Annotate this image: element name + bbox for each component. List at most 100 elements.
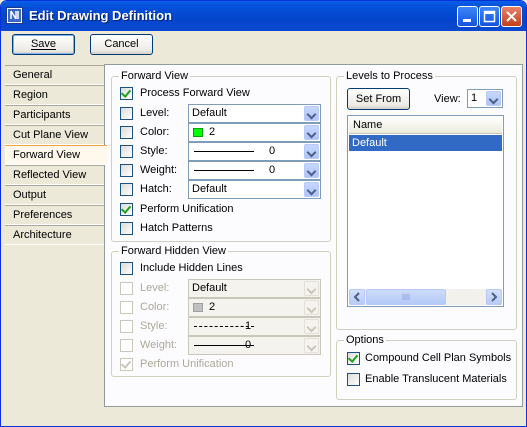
style-dropdown[interactable]: 0 <box>188 142 321 161</box>
chevron-down-icon[interactable] <box>304 125 319 140</box>
process-forward-label: Process Forward View <box>140 87 250 99</box>
set-from-label: Set From <box>355 93 402 105</box>
scroll-thumb[interactable] <box>366 289 446 305</box>
weight-checkbox[interactable] <box>120 164 133 177</box>
group-label: Levels to Process <box>344 70 435 82</box>
hatch-patterns-checkbox[interactable] <box>120 222 133 235</box>
color-swatch <box>193 128 203 137</box>
chevron-down-icon[interactable] <box>304 281 319 296</box>
hidden-weight-label: Weight: <box>140 339 178 351</box>
tab-label: Reflected View <box>13 169 87 181</box>
line-weight-sample <box>194 170 254 171</box>
chevron-down-icon[interactable] <box>304 300 319 315</box>
chevron-down-icon[interactable] <box>304 106 319 121</box>
tab-architecture[interactable]: Architecture <box>5 225 105 245</box>
close-button[interactable] <box>501 6 522 27</box>
tab-general[interactable]: General <box>5 65 105 85</box>
hidden-level-checkbox[interactable] <box>120 282 133 295</box>
color-checkbox[interactable] <box>120 126 133 139</box>
levels-list[interactable]: Name Default <box>347 115 504 307</box>
level-label: Level: <box>140 107 170 119</box>
window-title: Edit Drawing Definition <box>29 8 172 23</box>
minimize-button[interactable] <box>457 6 478 27</box>
chevron-down-icon[interactable] <box>486 91 501 106</box>
hidden-unification-label: Perform Unification <box>140 358 234 370</box>
hatch-checkbox[interactable] <box>120 183 133 196</box>
tab-label: Forward View <box>13 149 81 161</box>
chevron-down-icon[interactable] <box>304 338 319 353</box>
horizontal-scrollbar[interactable] <box>349 289 502 305</box>
tab-label: Region <box>13 89 48 101</box>
maximize-button[interactable] <box>479 6 500 27</box>
column-header[interactable]: Name <box>349 117 502 134</box>
chevron-down-icon[interactable] <box>304 182 319 197</box>
grip-icon <box>402 294 410 300</box>
hidden-level-label: Level: <box>140 282 170 294</box>
minimize-icon <box>463 19 471 22</box>
style-label: Style: <box>140 145 168 157</box>
level-checkbox[interactable] <box>120 107 133 120</box>
chevron-down-icon[interactable] <box>304 163 319 178</box>
column-header-label: Name <box>353 119 383 131</box>
style-value: 0 <box>269 145 276 157</box>
title-bar[interactable]: Edit Drawing Definition <box>1 1 526 31</box>
hatch-label: Hatch: <box>140 183 172 195</box>
group-label: Options <box>344 334 386 346</box>
hidden-weight-checkbox[interactable] <box>120 339 133 352</box>
level-dropdown[interactable]: Default <box>188 104 321 123</box>
hatch-value: Default <box>192 183 227 195</box>
hatch-patterns-label: Hatch Patterns <box>140 222 213 234</box>
chevron-down-icon[interactable] <box>304 319 319 334</box>
save-button[interactable]: Save <box>12 34 75 55</box>
tab-preferences[interactable]: Preferences <box>5 205 105 225</box>
translucent-materials-checkbox[interactable] <box>347 373 360 386</box>
tab-region[interactable]: Region <box>5 85 105 105</box>
color-dropdown[interactable]: 2 <box>188 123 321 142</box>
tab-label: Architecture <box>13 229 72 241</box>
scroll-left-button[interactable] <box>349 289 365 305</box>
chevron-down-icon[interactable] <box>304 144 319 159</box>
tab-cut-plane-view[interactable]: Cut Plane View <box>5 125 105 145</box>
tab-reflected-view[interactable]: Reflected View <box>5 165 105 185</box>
hidden-style-checkbox[interactable] <box>120 320 133 333</box>
forward-view-group: Forward View Process Forward View Level:… <box>111 70 331 242</box>
hidden-style-dropdown[interactable]: 1 <box>188 317 321 336</box>
cancel-button[interactable]: Cancel <box>90 34 153 55</box>
hidden-color-dropdown[interactable]: 2 <box>188 298 321 317</box>
color-label: Color: <box>140 126 170 138</box>
level-value: Default <box>192 107 227 119</box>
hidden-color-swatch <box>193 303 203 312</box>
tab-participants[interactable]: Participants <box>5 105 105 125</box>
forward-hidden-view-group: Forward Hidden View Include Hidden Lines… <box>111 245 331 377</box>
tab-panel: Forward View Process Forward View Level:… <box>104 64 523 407</box>
style-checkbox[interactable] <box>120 145 133 158</box>
save-label: Save <box>30 38 57 50</box>
hidden-color-checkbox[interactable] <box>120 301 133 314</box>
group-label: Forward View <box>119 70 191 82</box>
tab-output[interactable]: Output <box>5 185 105 205</box>
include-hidden-lines-checkbox[interactable] <box>120 262 133 275</box>
app-icon <box>6 7 23 24</box>
set-from-button[interactable]: Set From <box>347 88 410 110</box>
compound-cell-checkbox[interactable] <box>347 352 360 365</box>
weight-dropdown[interactable]: 0 <box>188 161 321 180</box>
include-hidden-lines-label: Include Hidden Lines <box>140 262 243 274</box>
hidden-style-label: Style: <box>140 320 168 332</box>
hidden-level-dropdown[interactable]: Default <box>188 279 321 298</box>
maximize-icon <box>483 10 496 23</box>
tab-label: Output <box>13 189 47 201</box>
view-dropdown[interactable]: 1 <box>467 89 503 108</box>
tab-forward-view[interactable]: Forward View <box>5 145 107 165</box>
scroll-right-button[interactable] <box>486 289 502 305</box>
view-label: View: <box>434 93 461 105</box>
hidden-color-value: 2 <box>209 301 216 313</box>
perform-unification-checkbox[interactable] <box>120 203 133 216</box>
tab-label: General <box>13 69 53 81</box>
group-label: Forward Hidden View <box>119 245 228 257</box>
process-forward-checkbox[interactable] <box>120 87 133 100</box>
list-item[interactable]: Default <box>349 135 502 151</box>
hidden-unification-checkbox[interactable] <box>120 358 133 371</box>
hidden-weight-dropdown[interactable]: 0 <box>188 336 321 355</box>
hatch-dropdown[interactable]: Default <box>188 180 321 199</box>
dialog-window: Edit Drawing Definition Save Cancel Gene… <box>0 0 527 427</box>
